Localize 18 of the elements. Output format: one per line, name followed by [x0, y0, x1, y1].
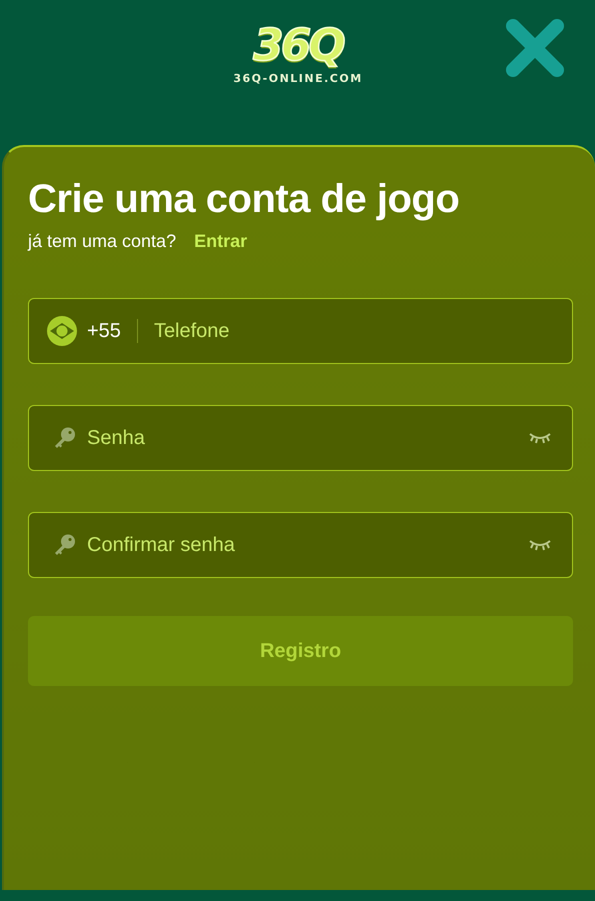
country-code[interactable]: +55	[87, 320, 121, 342]
logo: 36Q	[253, 24, 343, 68]
login-prompt: já tem uma conta?	[28, 231, 176, 252]
closed-eye-icon[interactable]	[528, 431, 552, 445]
flag-icon	[47, 316, 77, 346]
password-input[interactable]: Senha	[87, 426, 518, 450]
phone-field[interactable]: +55 Telefone	[28, 298, 573, 364]
closed-eye-icon[interactable]	[528, 538, 552, 552]
login-link[interactable]: Entrar	[194, 231, 248, 252]
phone-input[interactable]: Telefone	[154, 320, 552, 342]
site-domain: 36Q-ONLINE.COM	[233, 72, 363, 85]
key-icon	[53, 426, 77, 450]
password-field[interactable]: Senha	[28, 405, 573, 471]
close-button[interactable]	[505, 18, 565, 78]
password-input[interactable]: Confirmar senha	[87, 534, 518, 556]
page-title: Crie uma conta de jogo	[28, 176, 460, 223]
key-icon	[53, 533, 77, 557]
password-field[interactable]: Confirmar senha	[28, 512, 573, 578]
